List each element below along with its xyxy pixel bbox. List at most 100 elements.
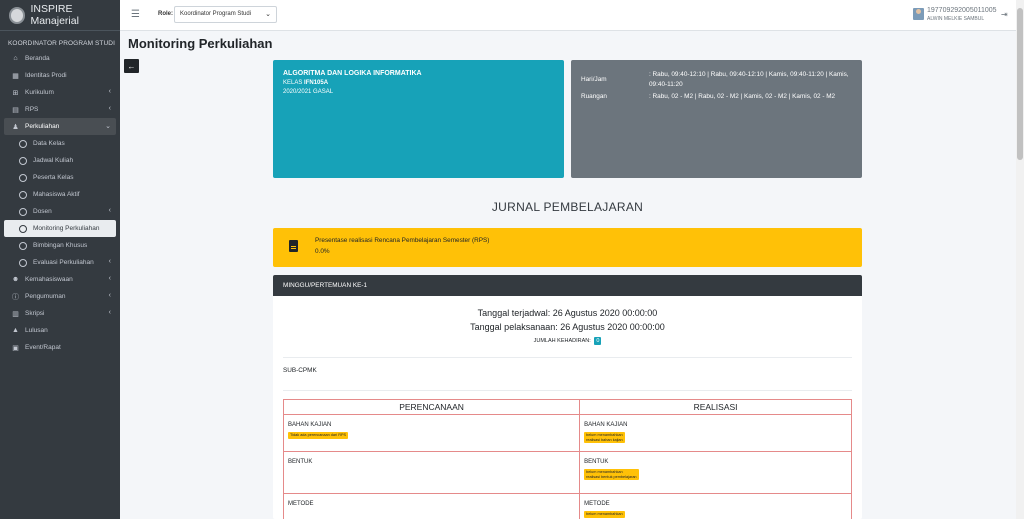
sidebar-item-label: Data Kelas [33,140,65,147]
sidebar-subitem-evaluasi-perkuliahan[interactable]: Evaluasi Perkuliahan ‹ [0,254,120,271]
column-header-realisasi: REALISASI [579,399,852,415]
sidebar-item-kurikulum[interactable]: ⊞ Kurikulum ‹ [0,84,120,101]
sidebar-subitem-dosen[interactable]: Dosen ‹ [0,203,120,220]
user-avatar[interactable] [913,8,924,20]
tanggal-terjadwal: Tanggal terjadwal: 26 Agustus 2020 00:00… [477,308,658,318]
sidebar-item-label: Monitoring Perkuliahan [33,225,100,232]
logout-icon[interactable]: ⇥ [1001,10,1008,19]
top-navbar: ☰ Role: Koordinator Program Studi ⌄ 1977… [120,0,1016,31]
tanggal-pelaksanaan: Tanggal pelaksanaan: 26 Agustus 2020 00:… [470,322,665,332]
jurnal-title: JURNAL PEMBELAJARAN [491,200,644,214]
schedule-hari-value: : Rabu, 09:40-12:10 | Rabu, 09:40-12:10 … [649,71,849,88]
divider [283,357,852,358]
plan-realization-table: PERENCANAAN REALISASI BAHAN KAJIAN Tidak… [282,399,852,519]
page-title: Monitoring Perkuliahan [128,36,273,51]
column-header-perencanaan: PERENCANAAN [282,399,581,415]
sidebar-subitem-data-kelas[interactable]: Data Kelas [0,135,120,152]
sidebar-subitem-bimbingan-khusus[interactable]: Bimbingan Khusus [0,237,120,254]
meeting-header: MINGGU/PERTEMUAN KE-1 [273,275,862,296]
circle-icon [19,258,27,267]
students-icon: ☻ [11,276,20,283]
sidebar-item-label: Lulusan [25,327,48,334]
brand-logo-icon [9,6,26,24]
circle-icon [19,173,27,182]
course-name: ALGORITMA DAN LOGIKA INFORMATIKA [283,70,422,77]
circle-icon [19,207,27,216]
sidebar-item-identitas-prodi[interactable]: ▦ Identitas Prodi [0,67,120,84]
badge-line: belum menambahkan [586,433,623,437]
back-button[interactable]: ← [124,59,139,73]
plan-label: BENTUK [288,459,313,465]
subcpmk-label: SUB-CPMK [283,367,317,374]
sidebar-item-lulusan[interactable]: ▲ Lulusan [0,322,120,339]
chevron-left-icon: ‹ [108,258,111,265]
schedule-ruangan-label: Ruangan [581,93,607,100]
role-select-value: Koordinator Program Studi [180,11,252,17]
circle-icon [19,241,27,250]
circle-icon [19,156,27,165]
sidebar-item-pengumuman[interactable]: ⓘ Pengumuman ‹ [0,288,120,305]
calendar-icon: ▣ [12,344,19,352]
sidebar-item-label: Event/Rapat [25,344,61,351]
sidebar-item-event-rapat[interactable]: ▣ Event/Rapat [0,339,120,356]
sidebar-item-label: Jadwal Kuliah [33,157,74,164]
chevron-left-icon: ‹ [108,105,111,112]
graduation-cap-icon: ▲ [12,327,19,334]
realization-cell: BENTUK belum menambahkan realisasi bentu… [579,451,852,494]
sidebar-item-beranda[interactable]: ⌂ Beranda [0,50,120,67]
home-icon: ⌂ [13,55,18,62]
course-class-code: IFN105A [304,80,329,86]
table-icon: ⊞ [12,89,19,97]
hamburger-menu-icon[interactable]: ☰ [131,9,140,20]
sidebar-item-label: Mahasiswa Aktif [33,191,80,198]
course-class: KELAS IFN105A [283,80,564,86]
badge-line: realisasi bentuk pembelajaran [586,474,637,479]
brand[interactable]: INSPIRE Manajerial [0,0,120,31]
course-class-prefix: KELAS [283,80,303,86]
realization-label: BAHAN KAJIAN [584,422,628,428]
sidebar-item-skripsi[interactable]: ▥ Skripsi ‹ [0,305,120,322]
scrollbar-thumb[interactable] [1017,8,1023,160]
sidebar-subitem-peserta-kelas[interactable]: Peserta Kelas [0,169,120,186]
warning-badge: Tidak ada perencanaan dari RPS [288,432,349,439]
sidebar-item-label: Perkuliahan [25,123,60,130]
sidebar: INSPIRE Manajerial KOORDINATOR PROGRAM S… [0,0,120,519]
sidebar-item-rps[interactable]: ▤ RPS ‹ [0,101,120,118]
sidebar-subitem-jadwal-kuliah[interactable]: Jadwal Kuliah [0,152,120,169]
chevron-left-icon: ‹ [108,309,111,316]
warning-badge: belum menambahkan [584,511,625,518]
warning-badge: belum menambahkan realisasi bahan kajian [584,432,625,443]
table-row: BAHAN KAJIAN Tidak ada perencanaan dari … [282,414,852,452]
file-icon: ▤ [12,106,19,114]
sidebar-item-label: RPS [25,106,39,113]
sidebar-item-perkuliahan[interactable]: ♟ Perkuliahan ⌄ [4,118,116,135]
plan-cell: METODE [282,493,581,519]
sidebar-subitem-monitoring-perkuliahan[interactable]: Monitoring Perkuliahan [4,220,116,237]
page-scrollbar[interactable] [1016,0,1024,519]
sidebar-item-label: Bimbingan Khusus [33,242,88,249]
user-id: 197709292005011005 [927,7,997,14]
jumlah-kehadiran-label: JUMLAH KEHADIRAN: [533,338,591,344]
sidebar-item-label: Identitas Prodi [25,72,67,79]
meeting-card: MINGGU/PERTEMUAN KE-1 Tanggal terjadwal:… [273,275,862,519]
sidebar-item-kemahasiswaan[interactable]: ☻ Kemahasiswaan ‹ [0,271,120,288]
sidebar-item-label: Kurikulum [25,89,54,96]
chevron-left-icon: ‹ [108,275,111,282]
circle-icon [19,224,27,233]
plan-label: BAHAN KAJIAN [288,422,332,428]
rps-progress-label: Presentase realisasi Rencana Pembelajara… [315,237,490,244]
plan-label: METODE [288,501,314,507]
sidebar-subitem-mahasiswa-aktif[interactable]: Mahasiswa Aktif [0,186,120,203]
sidebar-item-label: Beranda [25,55,50,62]
divider [283,390,852,391]
document-icon: ▥ [12,310,19,318]
brand-title: INSPIRE Manajerial [30,3,79,27]
document-icon [289,240,298,252]
schedule-ruangan-value: : Rabu, 02 - M2 | Rabu, 02 - M2 | Kamis,… [649,93,836,100]
badge-line: belum menambahkan [586,470,623,474]
warning-badge: belum menambahkan realisasi bentuk pembe… [584,469,639,480]
sidebar-item-label: Peserta Kelas [33,174,74,181]
jumlah-kehadiran-badge: 0 [594,337,602,345]
badge-line: realisasi bahan kajian [586,437,623,442]
role-select[interactable]: Koordinator Program Studi ⌄ [174,6,277,23]
